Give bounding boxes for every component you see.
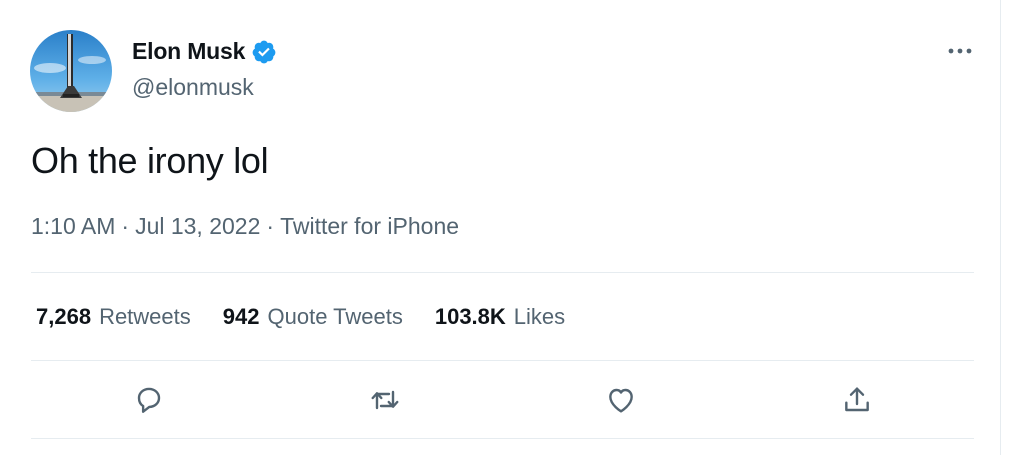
like-icon[interactable] xyxy=(601,380,641,420)
likes-stat[interactable]: 103.8K Likes xyxy=(435,304,565,330)
retweets-label: Retweets xyxy=(99,304,191,329)
user-name[interactable]: Elon Musk xyxy=(132,38,245,65)
reply-icon[interactable] xyxy=(129,380,169,420)
likes-count: 103.8K xyxy=(434,304,506,329)
divider xyxy=(31,272,974,273)
meta-separator: · xyxy=(266,213,275,239)
likes-label: Likes xyxy=(513,304,566,329)
meta-separator: · xyxy=(121,213,130,239)
rocket-launchpad-avatar-icon xyxy=(30,30,112,112)
tweet-text: Oh the irony lol xyxy=(31,140,269,181)
tweet-source[interactable]: Twitter for iPhone xyxy=(280,213,459,240)
user-name-row[interactable]: Elon Musk xyxy=(132,38,277,65)
tweet-time[interactable]: 1:10 AM xyxy=(31,213,115,240)
retweets-count: 7,268 xyxy=(36,304,92,329)
quote-tweets-label: Quote Tweets xyxy=(267,304,403,329)
divider xyxy=(31,360,974,361)
tweet-card: Elon Musk @elonmusk Oh the irony lol 1:1… xyxy=(0,0,1001,455)
quote-tweets-count: 942 xyxy=(222,304,260,329)
avatar[interactable] xyxy=(30,30,112,112)
tweet-date[interactable]: Jul 13, 2022 xyxy=(135,213,260,240)
verified-badge-icon xyxy=(251,39,277,65)
divider xyxy=(31,438,974,439)
share-icon[interactable] xyxy=(837,380,877,420)
quote-tweets-stat[interactable]: 942 Quote Tweets xyxy=(223,304,403,330)
tweet-meta: 1:10 AM · Jul 13, 2022 · Twitter for iPh… xyxy=(31,213,459,240)
retweet-icon[interactable] xyxy=(365,380,405,420)
user-handle[interactable]: @elonmusk xyxy=(132,74,254,101)
retweets-stat[interactable]: 7,268 Retweets xyxy=(36,304,191,330)
tweet-stats: 7,268 Retweets 942 Quote Tweets 103.8K L… xyxy=(36,304,597,330)
more-options-icon[interactable] xyxy=(945,40,975,62)
